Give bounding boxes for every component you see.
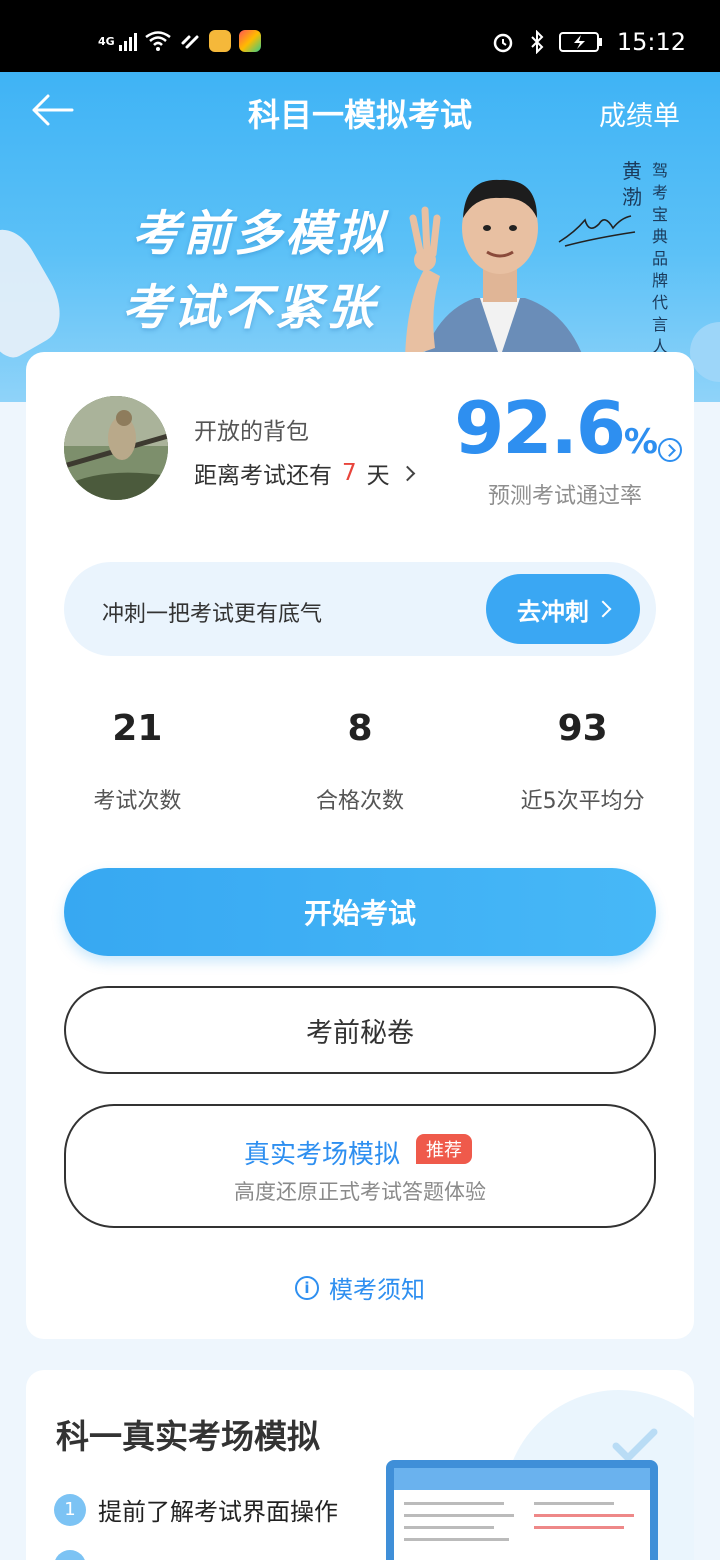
real-exam-intro-card[interactable]: 科一真实考场模拟 1 提前了解考试界面操作 [26, 1370, 694, 1560]
decoration [690, 322, 720, 382]
exam-screen-header [394, 1468, 650, 1490]
stat-label: 合格次数 [316, 789, 405, 814]
sprint-button[interactable]: 去冲刺 [486, 574, 640, 644]
status-left: 4G [98, 30, 261, 52]
exam-notice-link[interactable]: i 模考须知 [26, 1270, 694, 1305]
avatar[interactable] [64, 396, 168, 500]
info-icon: i [295, 1275, 319, 1300]
back-arrow-icon[interactable] [30, 92, 74, 128]
stat-label: 考试次数 [93, 789, 182, 814]
spokesperson-name: 黄渤 [622, 159, 642, 209]
pass-rate-value: 92.6 [454, 386, 626, 470]
stat-value: 21 [112, 708, 163, 749]
pass-rate-unit: % [623, 422, 658, 462]
recommend-badge: 推荐 [416, 1134, 472, 1164]
spokesperson-role: 驾考宝典品牌代言人 [652, 161, 669, 356]
battery-charging-icon [558, 32, 602, 52]
checkmark-icon [612, 1428, 658, 1463]
wifi-icon [144, 31, 171, 51]
status-bar: 4G 15:12 [0, 0, 720, 72]
sprint-text: 冲刺一把考试更有底气 [102, 602, 323, 627]
slogan-line-2: 考试不紧张 [122, 280, 378, 336]
sprint-button-label: 去冲刺 [517, 597, 589, 626]
avatar-image [64, 396, 168, 500]
section-title: 科一真实考场模拟 [56, 1417, 320, 1456]
sprint-banner: 冲刺一把考试更有底气 去冲刺 [64, 562, 656, 656]
stat-label: 近5次平均分 [520, 789, 645, 814]
exam-stats: 21 考试次数 8 合格次数 93 近5次平均分 [26, 708, 694, 815]
app-notification-icon [208, 30, 231, 52]
countdown-suffix: 天 [366, 463, 390, 489]
chevron-right-icon [399, 465, 415, 481]
status-right: 15:12 [491, 28, 686, 56]
stat-average-score: 93 近5次平均分 [471, 708, 694, 815]
secret-paper-button[interactable]: 考前秘卷 [64, 986, 656, 1074]
slogan-line-1: 考前多模拟 [132, 206, 388, 262]
feature-number-icon [54, 1550, 86, 1560]
clock: 15:12 [616, 28, 686, 56]
chevron-right-circle-icon[interactable] [658, 438, 682, 462]
score-report-link[interactable]: 成绩单 [599, 94, 680, 133]
feature-number: 1 [54, 1493, 86, 1526]
username: 开放的背包 [194, 419, 309, 445]
app-notification-icon-2 [238, 30, 261, 52]
exam-screen-preview [394, 1468, 650, 1560]
start-exam-button[interactable]: 开始考试 [64, 868, 656, 956]
network-type: 4G [98, 34, 115, 48]
exam-card: 开放的背包 距离考试还有 7 天 92.6% 预测考试通过率 冲刺一把考试更有底… [26, 352, 694, 1339]
stat-value: 8 [347, 708, 373, 749]
feature-item: 1 提前了解考试界面操作 [54, 1492, 338, 1527]
alarm-icon [493, 33, 513, 53]
countdown-prefix: 距离考试还有 [194, 463, 332, 489]
real-exam-simulation-button[interactable]: 真实考场模拟 推荐 高度还原正式考试答题体验 [64, 1104, 656, 1228]
stat-exam-count: 21 考试次数 [26, 708, 249, 815]
feature-text: 提前了解考试界面操作 [98, 1498, 338, 1526]
decoration [0, 220, 75, 364]
chevron-right-icon [594, 600, 612, 618]
exam-screen-illustration [386, 1460, 658, 1560]
pass-rate[interactable]: 92.6% [454, 390, 658, 466]
exam-countdown[interactable]: 距离考试还有 7 天 [194, 456, 415, 490]
stat-value: 93 [557, 708, 608, 749]
signal-icon [118, 31, 137, 51]
feature-item-partial [54, 1550, 86, 1560]
countdown-days: 7 [342, 460, 357, 486]
stat-pass-count: 8 合格次数 [249, 708, 472, 815]
exam-notice-label: 模考须知 [329, 1276, 425, 1304]
real-exam-title: 真实考场模拟 [244, 1140, 401, 1170]
pass-rate-caption: 预测考试通过率 [488, 484, 643, 509]
link-icon [181, 35, 199, 49]
real-exam-subtitle: 高度还原正式考试答题体验 [234, 1180, 486, 1204]
bluetooth-icon [531, 30, 544, 54]
